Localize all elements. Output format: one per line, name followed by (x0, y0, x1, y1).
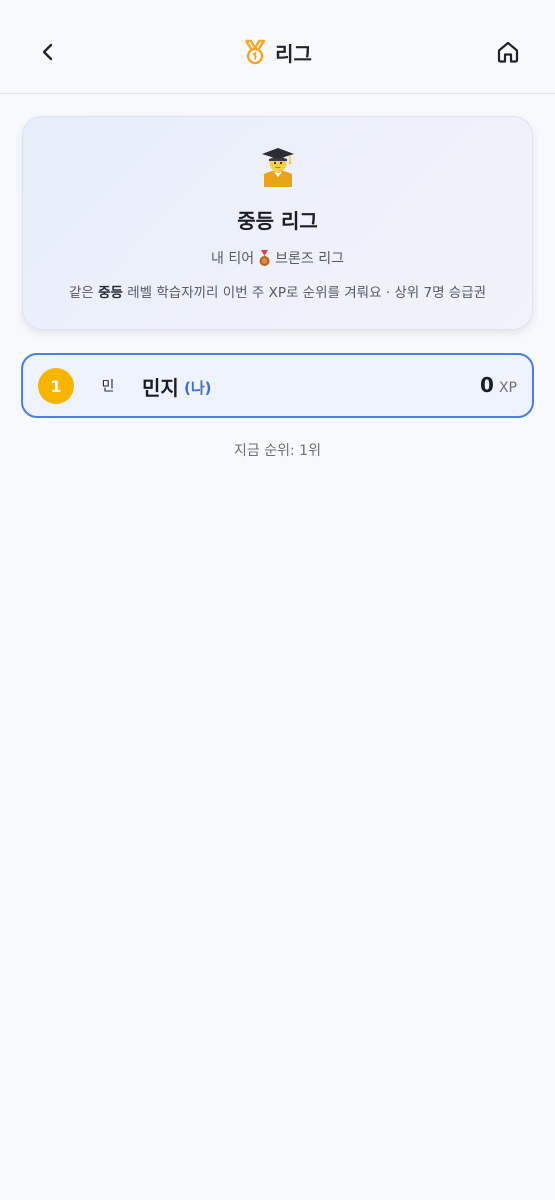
league-info-card: 중등 리그 내 티어 브론즈 리그 같은 중등 레벨 학습자끼리 이번 주 XP… (22, 116, 533, 330)
xp-score: 0 XP (480, 373, 517, 397)
tier-label: 내 티어 (211, 251, 255, 267)
league-name: 중등 리그 (237, 209, 318, 233)
avatar: 민 (101, 379, 115, 395)
medal-icon (245, 39, 266, 65)
top-app-bar: 리그 (0, 0, 555, 94)
current-rank-text: 지금 순위: 1위 (234, 443, 321, 459)
league-description: 같은 중등 레벨 학습자끼리 이번 주 XP로 순위를 겨뤄요 · 상위 7명 … (68, 285, 487, 301)
tier-name: 브론즈 리그 (275, 251, 344, 267)
home-icon (497, 41, 519, 63)
leaderboard-row-me[interactable]: 1 민 민지 (나) 0 XP (21, 353, 534, 418)
page-title-group: 리그 (0, 36, 555, 68)
player-name: 민지 (142, 376, 179, 400)
graduate-icon (261, 148, 294, 187)
level-highlight: 중등 (98, 285, 123, 301)
xp-unit: XP (498, 380, 517, 396)
me-tag: (나) (184, 379, 212, 397)
tier-info: 내 티어 브론즈 리그 (23, 248, 532, 268)
rank-badge: 1 (38, 368, 74, 404)
bronze-medal-icon (259, 249, 270, 266)
home-button[interactable] (492, 36, 524, 68)
page-title: 리그 (275, 41, 312, 66)
xp-value: 0 (480, 373, 494, 397)
